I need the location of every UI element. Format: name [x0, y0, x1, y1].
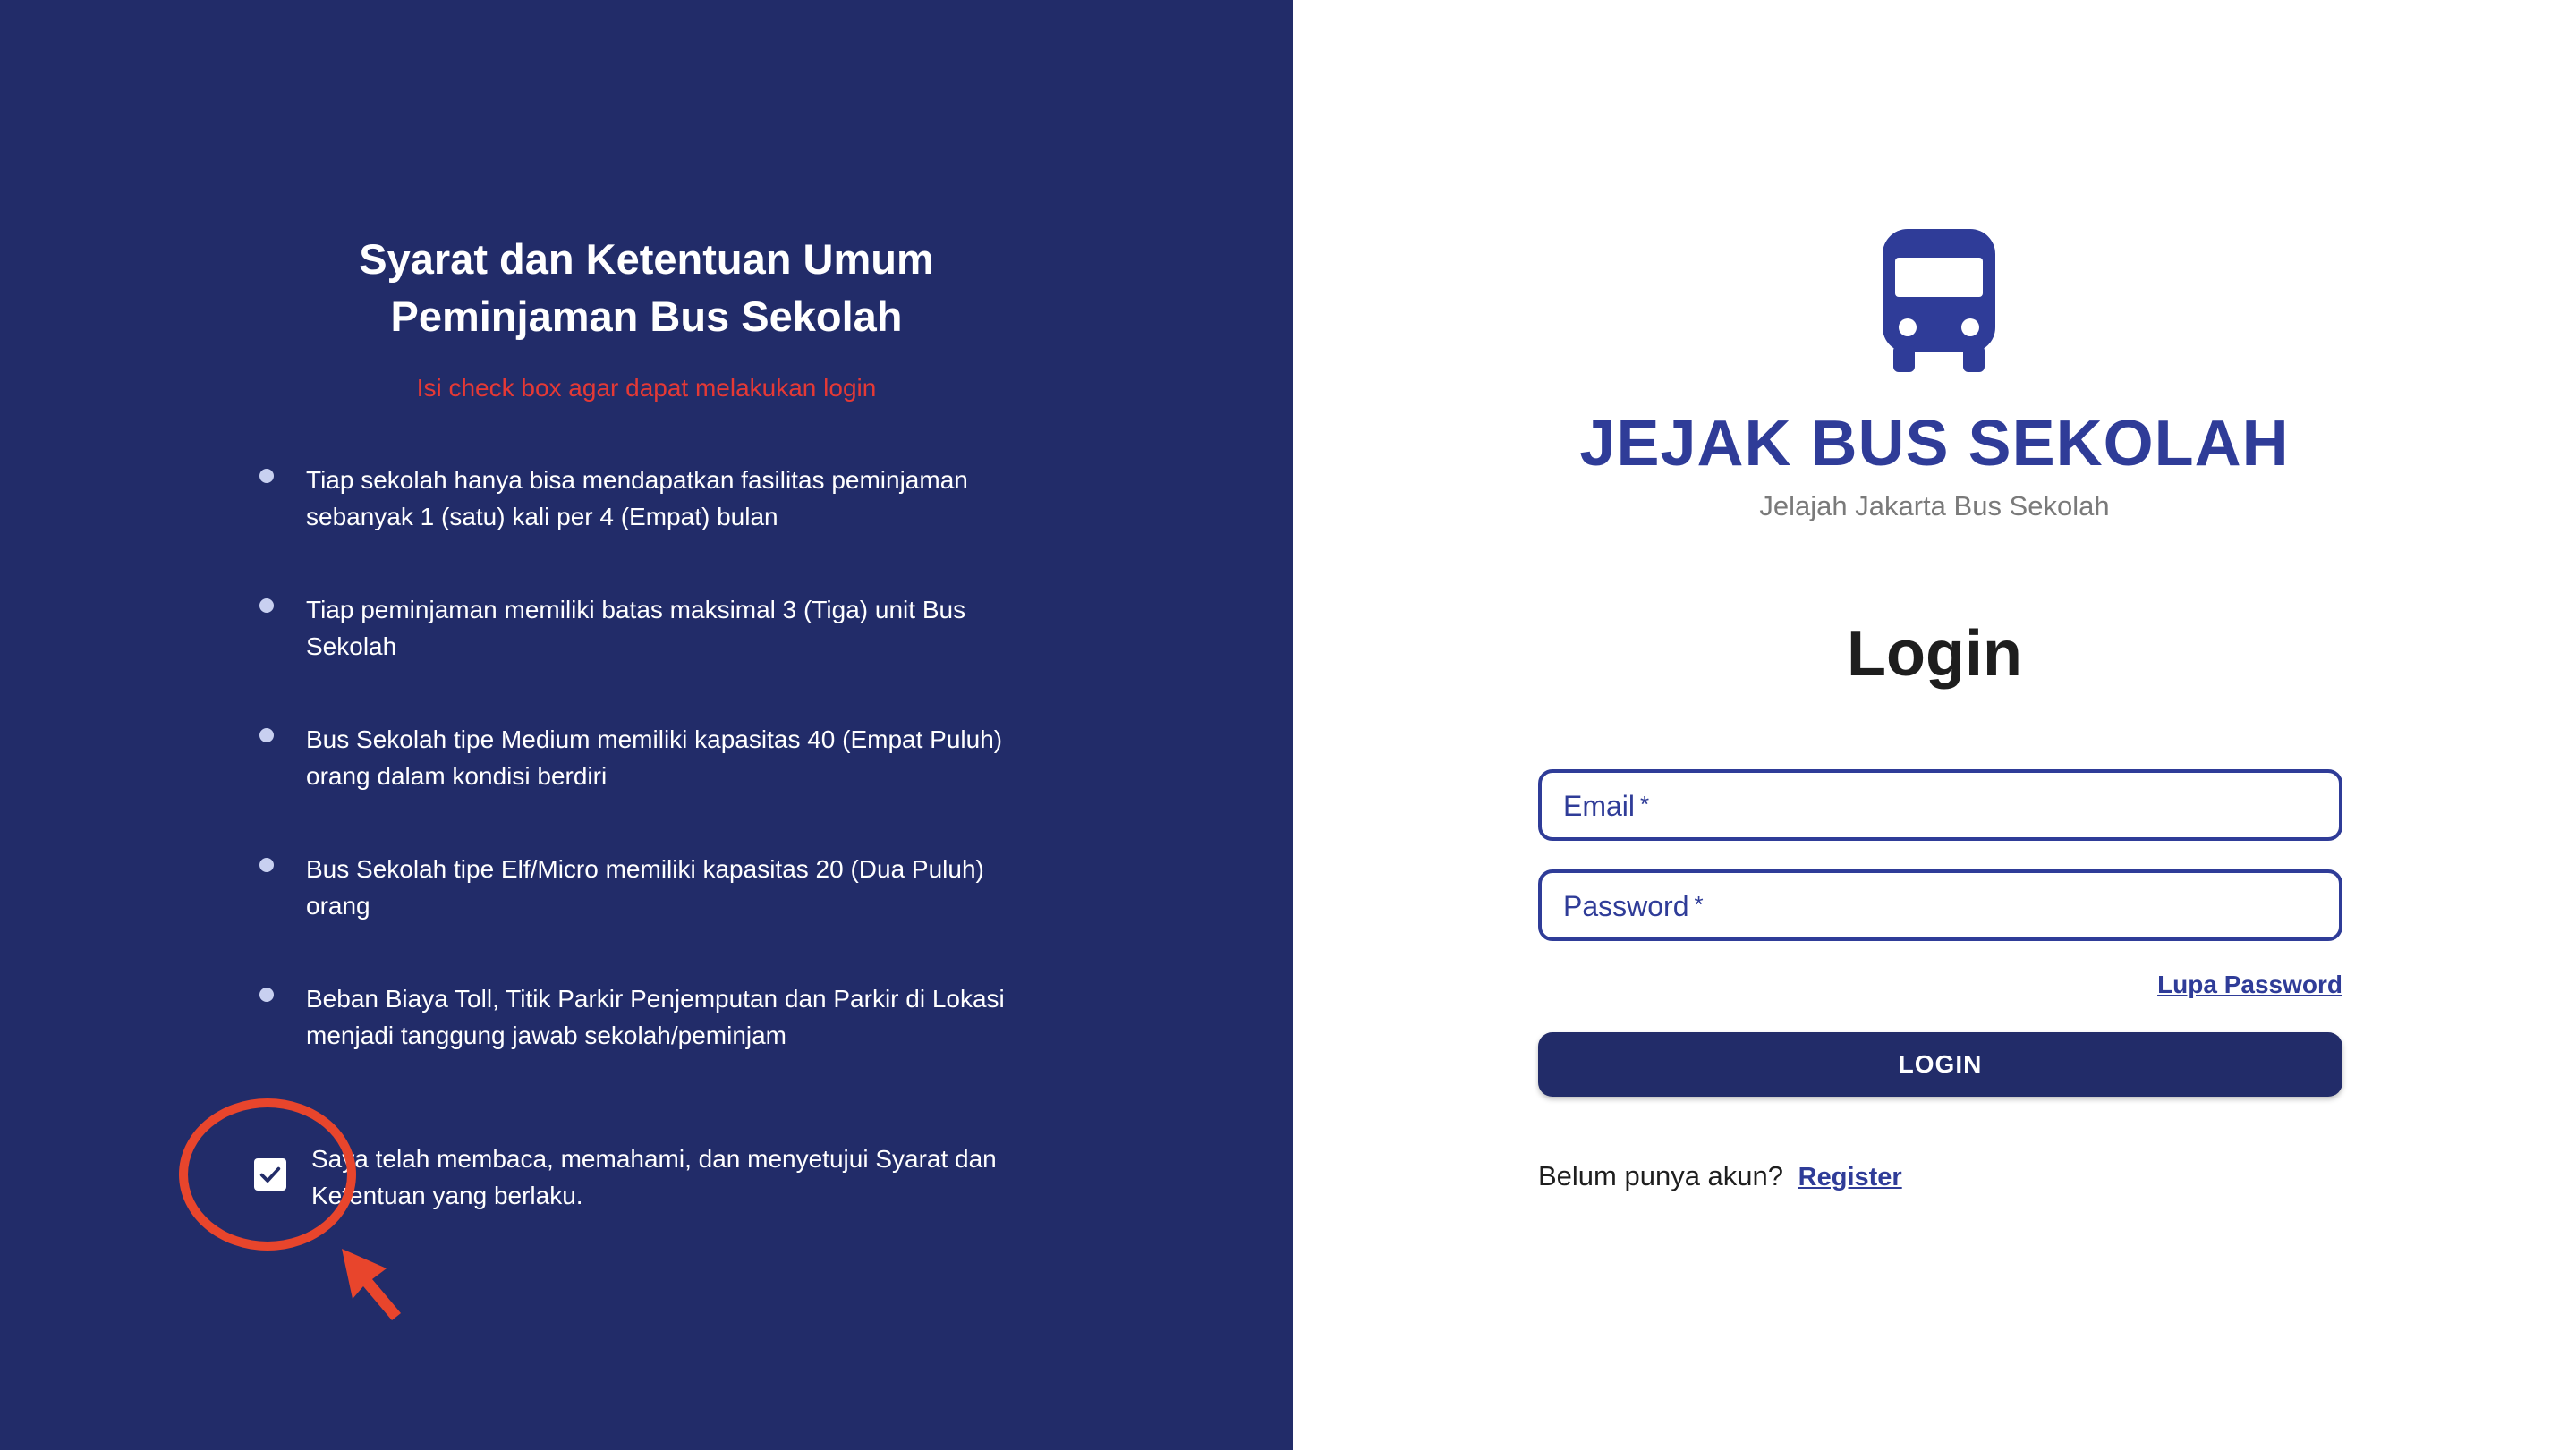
- terms-item: Bus Sekolah tipe Elf/Micro memiliki kapa…: [242, 851, 1047, 980]
- email-field[interactable]: Email *: [1538, 769, 2342, 841]
- brand-subtitle: Jelajah Jakarta Bus Sekolah: [1759, 490, 2110, 521]
- brand-title: JEJAK BUS SEKOLAH: [1579, 408, 2290, 479]
- bullet-icon: [259, 988, 274, 1002]
- bus-icon: [1883, 229, 1995, 372]
- forgot-password-link[interactable]: Lupa Password: [2157, 971, 2342, 999]
- login-button[interactable]: LOGIN: [1538, 1032, 2342, 1097]
- register-link[interactable]: Register: [1798, 1163, 1902, 1191]
- bullet-icon: [259, 598, 274, 613]
- annotation-circle: [179, 1098, 356, 1251]
- terms-item: Beban Biaya Toll, Titik Parkir Penjemput…: [242, 980, 1047, 1110]
- password-field[interactable]: Password *: [1538, 869, 2342, 941]
- terms-item-text: Beban Biaya Toll, Titik Parkir Penjemput…: [306, 985, 1005, 1049]
- email-label: Email *: [1563, 790, 1650, 822]
- password-label: Password *: [1563, 890, 1704, 922]
- terms-item: Tiap peminjaman memiliki batas maksimal …: [242, 591, 1047, 721]
- terms-list: Tiap sekolah hanya bisa mendapatkan fasi…: [242, 462, 1047, 1110]
- bullet-icon: [259, 858, 274, 872]
- terms-panel: Syarat dan Ketentuan Umum Peminjaman Bus…: [0, 0, 1293, 1450]
- register-prompt: Belum punya akun?: [1538, 1160, 1784, 1191]
- terms-item-text: Bus Sekolah tipe Medium memiliki kapasit…: [306, 725, 1003, 790]
- terms-warning: Isi check box agar dapat melakukan login: [416, 374, 877, 402]
- terms-item-text: Bus Sekolah tipe Elf/Micro memiliki kapa…: [306, 855, 984, 920]
- terms-item: Bus Sekolah tipe Medium memiliki kapasit…: [242, 721, 1047, 851]
- terms-title: Syarat dan Ketentuan Umum Peminjaman Bus…: [0, 231, 1293, 345]
- bullet-icon: [259, 728, 274, 742]
- agree-label[interactable]: Saya telah membaca, memahami, dan menyet…: [311, 1140, 1027, 1214]
- bullet-icon: [259, 469, 274, 483]
- login-heading: Login: [1847, 618, 2022, 690]
- terms-item: Tiap sekolah hanya bisa mendapatkan fasi…: [242, 462, 1047, 591]
- terms-item-text: Tiap sekolah hanya bisa mendapatkan fasi…: [306, 466, 968, 530]
- annotation-arrow-icon: [342, 1249, 401, 1320]
- terms-title-line-1: Syarat dan Ketentuan Umum: [359, 235, 934, 283]
- register-row: Belum punya akun? Register: [1538, 1160, 1902, 1192]
- required-mark: *: [1694, 891, 1704, 918]
- terms-title-line-2: Peminjaman Bus Sekolah: [390, 293, 903, 340]
- terms-item-text: Tiap peminjaman memiliki batas maksimal …: [306, 596, 966, 660]
- login-panel: JEJAK BUS SEKOLAH Jelajah Jakarta Bus Se…: [1293, 0, 2576, 1450]
- required-mark: *: [1640, 791, 1650, 818]
